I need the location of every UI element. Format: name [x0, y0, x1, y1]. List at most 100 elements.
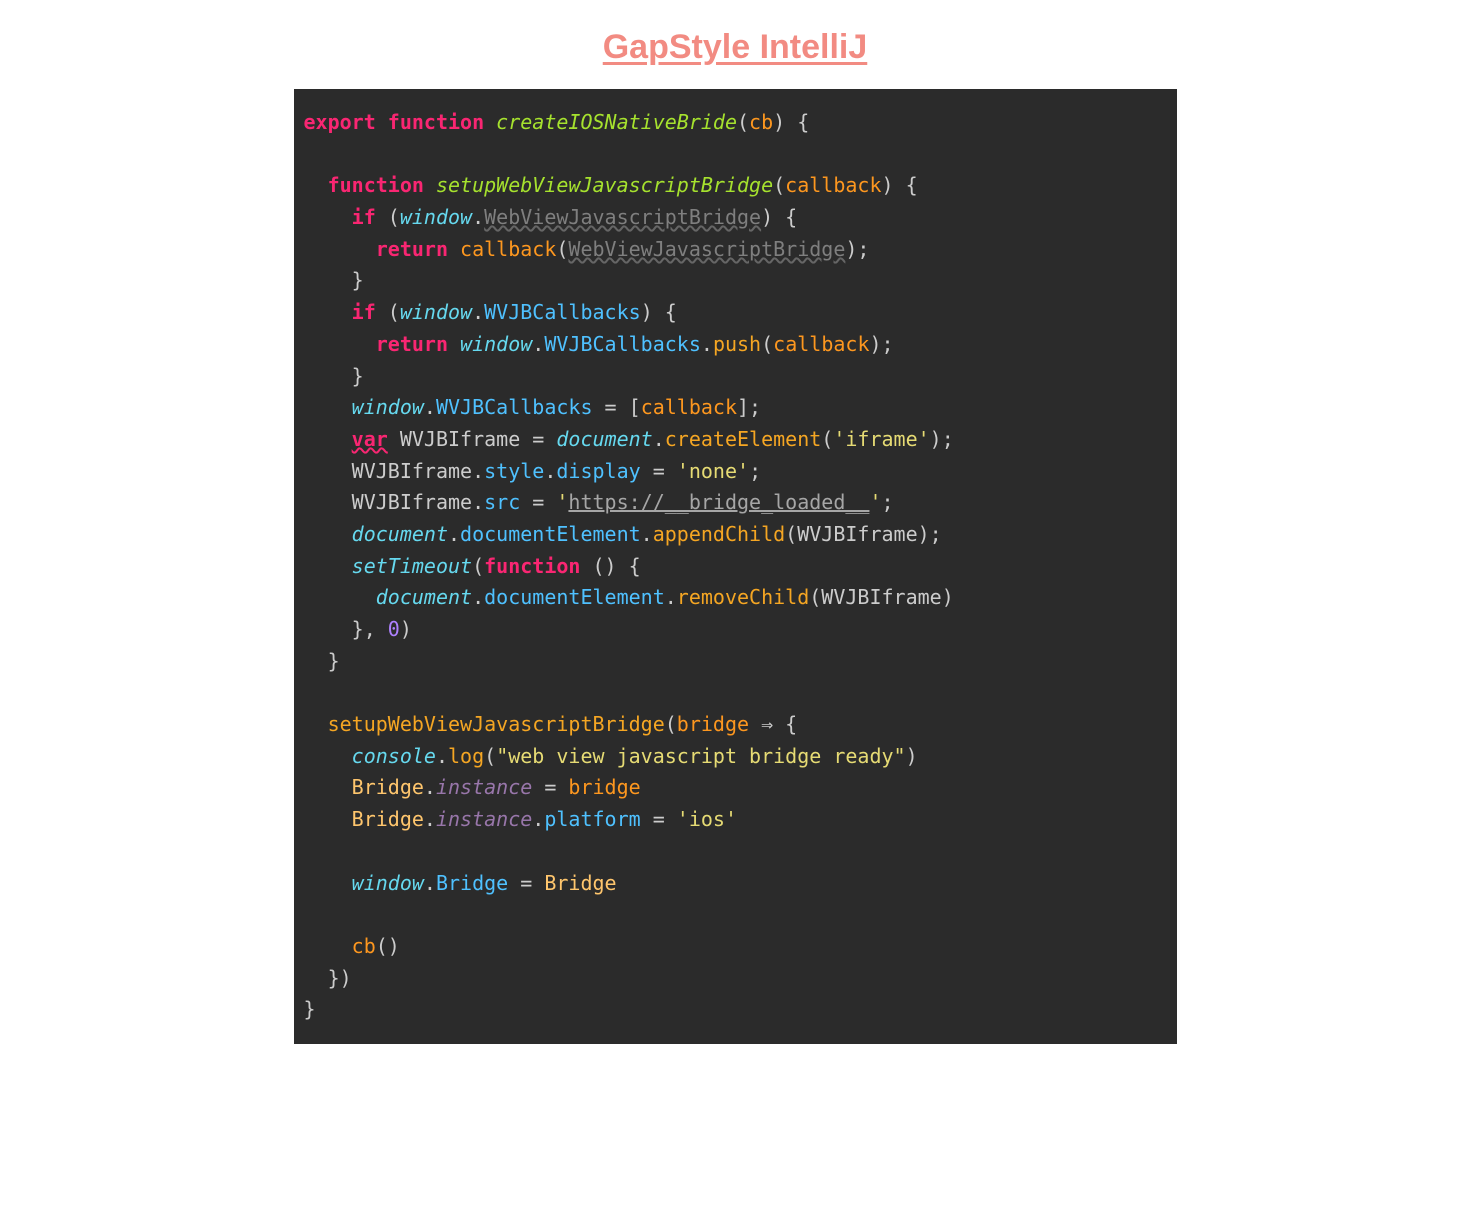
- code-token: function: [328, 173, 436, 197]
- code-token: .: [532, 332, 544, 356]
- code-token: WVJBIframe =: [388, 427, 557, 451]
- code-token: documentElement: [484, 585, 665, 609]
- code-token: export: [304, 110, 388, 134]
- code-token: =: [520, 490, 556, 514]
- code-token: window: [460, 332, 532, 356]
- code-token: (WVJBIframe);: [785, 522, 942, 546]
- code-token: ;: [882, 490, 894, 514]
- code-line: Bridge.instance.platform = 'ios': [304, 804, 1165, 836]
- code-token: console: [352, 744, 436, 768]
- code-token: ): [906, 744, 918, 768]
- code-token: () {: [593, 554, 641, 578]
- code-token: .: [641, 522, 653, 546]
- code-line: document.documentElement.appendChild(WVJ…: [304, 519, 1165, 551]
- code-token: (: [665, 712, 677, 736]
- code-token: }: [304, 649, 340, 673]
- code-block: export function createIOSNativeBride(cb)…: [304, 107, 1165, 1026]
- code-token: }: [304, 268, 364, 292]
- code-token: .: [436, 744, 448, 768]
- code-token: (: [773, 173, 785, 197]
- code-token: return: [376, 332, 460, 356]
- code-token: 'iframe': [833, 427, 929, 451]
- code-token: "web view javascript bridge ready": [496, 744, 905, 768]
- code-token: {: [773, 712, 797, 736]
- code-line: export function createIOSNativeBride(cb)…: [304, 107, 1165, 139]
- code-token: [304, 237, 376, 261]
- title-link[interactable]: GapStyle IntelliJ: [603, 28, 868, 67]
- code-token: callback: [641, 395, 737, 419]
- code-token: 'ios': [677, 807, 737, 831]
- code-token: (WVJBIframe): [809, 585, 954, 609]
- code-token: [304, 934, 352, 958]
- code-token: .: [424, 871, 436, 895]
- code-token: Bridge: [352, 807, 424, 831]
- code-token: ];: [737, 395, 761, 419]
- code-token: WebViewJavascriptBridge: [484, 205, 761, 229]
- code-token: display: [556, 459, 640, 483]
- code-line: }: [304, 994, 1165, 1026]
- code-token: }): [304, 966, 352, 990]
- code-token: removeChild: [677, 585, 809, 609]
- code-token: [304, 332, 376, 356]
- code-line: return window.WVJBCallbacks.push(callbac…: [304, 329, 1165, 361]
- code-token: ;: [749, 459, 761, 483]
- code-token: 'none': [677, 459, 749, 483]
- code-token: WebViewJavascriptBridge: [568, 237, 845, 261]
- code-line: }: [304, 265, 1165, 297]
- code-line: [304, 899, 1165, 931]
- code-token: Bridge: [544, 871, 616, 895]
- code-token: =: [641, 459, 677, 483]
- code-token: (: [472, 554, 484, 578]
- code-token: document: [376, 585, 472, 609]
- code-token: Bridge: [436, 871, 508, 895]
- code-token: style: [484, 459, 544, 483]
- code-token: document: [352, 522, 448, 546]
- code-line: setTimeout(function () {: [304, 551, 1165, 583]
- code-token: (: [737, 110, 749, 134]
- code-line: [304, 836, 1165, 868]
- code-token: WVJBCallbacks: [484, 300, 641, 324]
- code-token: .: [424, 807, 436, 831]
- code-token: return: [376, 237, 460, 261]
- code-token: ) {: [641, 300, 677, 324]
- code-token: instance: [436, 775, 532, 799]
- code-token: WVJBCallbacks: [544, 332, 701, 356]
- code-line: window.WVJBCallbacks = [callback];: [304, 392, 1165, 424]
- code-token: [304, 427, 352, 451]
- code-token: log: [448, 744, 484, 768]
- code-token: createElement: [665, 427, 822, 451]
- code-token: createIOSNativeBride: [496, 110, 737, 134]
- code-token: appendChild: [653, 522, 785, 546]
- code-line: document.documentElement.removeChild(WVJ…: [304, 582, 1165, 614]
- code-token: 0: [388, 617, 400, 641]
- code-token: .: [472, 300, 484, 324]
- code-token: .: [448, 522, 460, 546]
- code-line: return callback(WebViewJavascriptBridge)…: [304, 234, 1165, 266]
- code-line: cb(): [304, 931, 1165, 963]
- page-root: GapStyle IntelliJ export function create…: [0, 0, 1470, 1044]
- code-token: ': [869, 490, 881, 514]
- code-token: .: [532, 807, 544, 831]
- code-token: push: [713, 332, 761, 356]
- code-token: cb: [749, 110, 773, 134]
- code-token: setupWebViewJavascriptBridge: [436, 173, 773, 197]
- code-token: );: [869, 332, 893, 356]
- code-line: [304, 139, 1165, 171]
- code-token: =: [532, 775, 568, 799]
- code-token: [304, 744, 352, 768]
- code-line: var WVJBIframe = document.createElement(…: [304, 424, 1165, 456]
- code-line: }: [304, 646, 1165, 678]
- code-line: if (window.WVJBCallbacks) {: [304, 297, 1165, 329]
- code-line: [304, 677, 1165, 709]
- code-token: bridge: [677, 712, 749, 736]
- code-token: = [: [593, 395, 641, 419]
- code-token: callback: [460, 237, 556, 261]
- code-line: window.Bridge = Bridge: [304, 868, 1165, 900]
- code-token: [304, 395, 352, 419]
- code-token: (): [376, 934, 400, 958]
- code-token: Bridge: [352, 775, 424, 799]
- code-line: WVJBIframe.style.display = 'none';: [304, 456, 1165, 488]
- code-token: (: [388, 300, 400, 324]
- code-token: setTimeout: [352, 554, 472, 578]
- code-line: }: [304, 361, 1165, 393]
